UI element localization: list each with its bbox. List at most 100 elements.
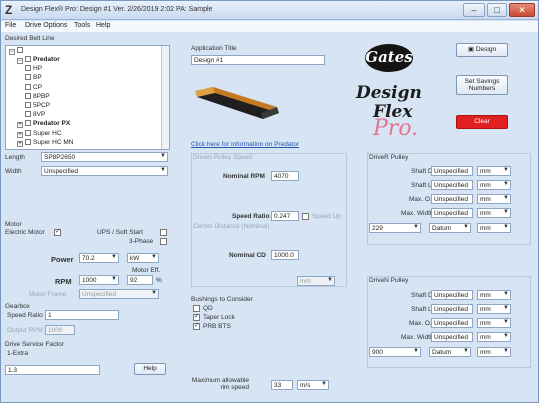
expand-icon[interactable]: + bbox=[17, 122, 23, 129]
chevron-down-icon: ▼ bbox=[111, 254, 117, 260]
tree-item[interactable]: CP bbox=[25, 83, 42, 92]
max-rim-speed-input[interactable]: 33 bbox=[271, 380, 293, 390]
motor-label: Motor bbox=[5, 221, 22, 228]
set-savings-button[interactable]: Set Savings Numbers bbox=[456, 75, 508, 95]
menu-file[interactable]: File bbox=[5, 22, 16, 29]
motor-eff-input[interactable]: 92 bbox=[127, 275, 153, 285]
power-select[interactable]: 70.2 ▼ bbox=[79, 253, 119, 263]
bushing-prb-checkbox[interactable]: ✓ bbox=[193, 323, 200, 330]
driver-max-od-input[interactable]: Unspecified bbox=[431, 194, 473, 204]
width-select[interactable]: Unspecified ▼ bbox=[41, 166, 168, 176]
driver-max-width-unit[interactable]: mm ▼ bbox=[477, 208, 511, 218]
tree-item-checkbox[interactable] bbox=[25, 83, 31, 90]
menu-drive-options[interactable]: Drive Options bbox=[25, 22, 67, 29]
driven-speed-label: Driven Pulley Speed bbox=[193, 154, 252, 161]
driver-pulley-mode: Datum bbox=[432, 225, 452, 232]
service-factor-input[interactable]: 1.3 bbox=[5, 365, 100, 375]
ups-checkbox[interactable] bbox=[160, 229, 167, 236]
motor-frame-select[interactable]: Unspecified ▼ bbox=[79, 289, 159, 299]
minimize-button[interactable]: – bbox=[463, 3, 485, 17]
tree-item[interactable]: + Predator PX bbox=[17, 120, 70, 129]
driven-pulley-size-select[interactable]: 900 ▼ bbox=[369, 347, 421, 357]
cd-unit-select[interactable]: mm ▼ bbox=[297, 276, 335, 286]
tree-item-checkbox[interactable] bbox=[25, 102, 31, 108]
driver-max-width-input[interactable]: Unspecified bbox=[431, 208, 473, 218]
tree-item-checkbox[interactable] bbox=[25, 120, 31, 127]
collapse-icon[interactable]: − bbox=[17, 58, 23, 64]
tree-item-checkbox[interactable] bbox=[25, 92, 31, 99]
driver-pulley-unit-select[interactable]: mm ▼ bbox=[477, 223, 511, 233]
driven-max-width-input[interactable]: Unspecified bbox=[431, 332, 473, 342]
nominal-rpm-input[interactable]: 4070 bbox=[271, 171, 299, 181]
driver-pulley-mode-select[interactable]: Datum ▼ bbox=[429, 223, 471, 233]
driver-pulley-size-select[interactable]: 229 ▼ bbox=[369, 223, 421, 233]
tree-item[interactable]: 8VP bbox=[25, 111, 45, 119]
menu-help[interactable]: Help bbox=[96, 22, 110, 29]
help-button[interactable]: Help bbox=[134, 363, 166, 375]
driven-max-width-unit[interactable]: mm ▼ bbox=[477, 332, 511, 342]
belt-line-tree[interactable]: − − Predator HP BP CP 8PBP 5PCP 8VP + Predator PX… bbox=[5, 45, 170, 150]
speed-up-checkbox[interactable] bbox=[302, 213, 309, 220]
close-button[interactable]: ✕ bbox=[509, 3, 535, 17]
driven-shaft-dia-unit[interactable]: mm ▼ bbox=[477, 290, 511, 300]
speed-up-label: Speed Up bbox=[312, 213, 341, 220]
driver-shaft-len-unit[interactable]: mm ▼ bbox=[477, 180, 511, 190]
mid-speed-ratio-input[interactable]: 0.247 bbox=[271, 211, 299, 221]
tree-item-checkbox[interactable] bbox=[25, 56, 31, 62]
electric-motor-checkbox[interactable]: ✓ bbox=[54, 229, 61, 236]
nominal-cd-input[interactable]: 1000.0 bbox=[271, 250, 299, 260]
predator-info-link[interactable]: Click here for information on Predator bbox=[191, 141, 299, 148]
driver-pulley-label: DriveR Pulley bbox=[369, 154, 409, 161]
driven-max-od-input[interactable]: Unspecified bbox=[431, 318, 473, 328]
driven-pulley-unit-select[interactable]: mm ▼ bbox=[477, 347, 511, 357]
rim-speed-unit-select[interactable]: m/s ▼ bbox=[297, 380, 329, 390]
gear-speed-ratio-input[interactable]: 1 bbox=[45, 310, 119, 320]
tree-item[interactable]: 8PBP bbox=[25, 92, 50, 101]
menu-tools[interactable]: Tools bbox=[74, 22, 90, 29]
expand-icon[interactable]: + bbox=[17, 140, 23, 147]
window-title: Design Flex® Pro: Design #1 Ver. 2/26/20… bbox=[21, 6, 213, 13]
tree-item[interactable]: BP bbox=[25, 74, 42, 82]
tree-item[interactable]: 5PCP bbox=[25, 102, 50, 110]
tree-scrollbar[interactable] bbox=[161, 46, 169, 149]
driven-max-od-unit[interactable]: mm ▼ bbox=[477, 318, 511, 328]
driven-shaft-len-input[interactable]: Unspecified bbox=[431, 304, 473, 314]
output-rpm-input[interactable]: 1000 bbox=[45, 325, 75, 335]
tree-item-checkbox[interactable] bbox=[25, 138, 31, 145]
width-label: Width bbox=[5, 168, 22, 175]
chevron-down-icon: ▼ bbox=[160, 167, 166, 173]
tree-item[interactable]: + Super HC bbox=[17, 129, 62, 138]
tree-root-row[interactable]: − bbox=[9, 47, 25, 55]
bushing-qd-checkbox[interactable] bbox=[193, 305, 200, 312]
driver-shaft-dia-unit[interactable]: mm ▼ bbox=[477, 166, 511, 176]
tree-item[interactable]: − Predator bbox=[17, 56, 60, 64]
length-select[interactable]: SP8P2650 ▼ bbox=[41, 152, 168, 162]
unit-text: mm bbox=[480, 349, 491, 356]
power-unit-select[interactable]: kW ▼ bbox=[127, 253, 159, 263]
driver-shaft-dia-input[interactable]: Unspecified bbox=[431, 166, 473, 176]
three-phase-label: 3-Phase bbox=[129, 238, 154, 245]
driven-shaft-dia-input[interactable]: Unspecified bbox=[431, 290, 473, 300]
driver-shaft-len-input[interactable]: Unspecified bbox=[431, 180, 473, 190]
design-button[interactable]: ▣ Design bbox=[456, 43, 508, 57]
tree-item-checkbox[interactable] bbox=[25, 65, 31, 72]
power-label: Power bbox=[51, 255, 74, 264]
tree-item-checkbox[interactable] bbox=[25, 74, 31, 81]
tree-item[interactable]: HP bbox=[25, 65, 42, 73]
clear-button[interactable]: Clear bbox=[456, 115, 508, 129]
bushing-taper-lock-checkbox[interactable]: ✓ bbox=[193, 314, 200, 321]
app-title-input[interactable]: Design #1 bbox=[191, 55, 325, 65]
maximize-button[interactable]: □ bbox=[487, 3, 507, 17]
three-phase-checkbox[interactable] bbox=[160, 238, 167, 245]
expand-icon[interactable]: + bbox=[17, 131, 23, 138]
driven-shaft-len-unit[interactable]: mm ▼ bbox=[477, 304, 511, 314]
tree-item-checkbox[interactable] bbox=[25, 111, 31, 118]
tree-item-label: Predator bbox=[33, 56, 60, 63]
tree-item-checkbox[interactable] bbox=[25, 129, 31, 136]
unit-text: mm bbox=[480, 196, 491, 203]
driver-max-od-unit[interactable]: mm ▼ bbox=[477, 194, 511, 204]
driven-pulley-mode-select[interactable]: Datum ▼ bbox=[429, 347, 471, 357]
rpm-select[interactable]: 1000 ▼ bbox=[79, 275, 119, 285]
tree-item[interactable]: + Super HC MN bbox=[17, 138, 73, 147]
gates-logo-text: Gates bbox=[365, 48, 413, 66]
